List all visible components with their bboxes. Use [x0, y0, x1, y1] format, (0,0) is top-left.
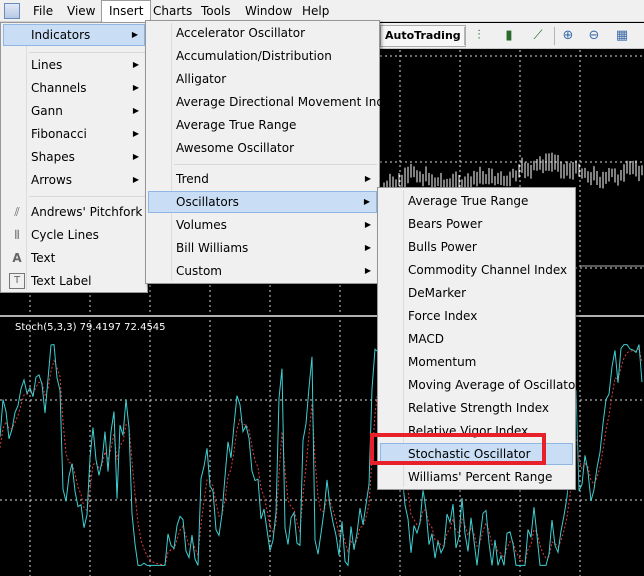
app-menu-icon[interactable] — [4, 3, 20, 19]
menu-item-accumulation-distribution[interactable]: Accumulation/Distribution — [148, 45, 377, 67]
menu-item-demarker[interactable]: DeMarker — [380, 282, 573, 304]
menu-item-bulls-power[interactable]: Bulls Power — [380, 236, 573, 258]
menu-item-macd[interactable]: MACD — [380, 328, 573, 350]
menu-item-oscillators[interactable]: Oscillators ▶ — [148, 191, 377, 213]
menu-charts[interactable]: Charts — [146, 0, 199, 22]
menu-file[interactable]: File — [26, 0, 60, 22]
menu-item-williams-percent-range[interactable]: Williams' Percent Range — [380, 466, 573, 488]
menu-item-fibonacci[interactable]: Fibonacci ▶ — [3, 123, 145, 145]
menu-item-indicators[interactable]: Indicators ▶ — [3, 24, 145, 46]
text-icon: A — [12, 251, 22, 265]
menu-item-lines[interactable]: Lines ▶ — [3, 54, 145, 76]
menu-item-channels[interactable]: Channels ▶ — [3, 77, 145, 99]
menu-item-bears-power[interactable]: Bears Power — [380, 213, 573, 235]
menu-view[interactable]: View — [60, 0, 102, 22]
menu-item-momentum[interactable]: Momentum — [380, 351, 573, 373]
text-label-icon: T — [9, 273, 25, 289]
zoom-out-icon[interactable]: ⊖ — [584, 26, 604, 46]
bar-chart-icon[interactable]: ⫶ — [469, 26, 489, 46]
insert-menu: Indicators ▶ Lines ▶ Channels ▶ Gann ▶ Fibon… — [0, 22, 148, 293]
menu-item-cci[interactable]: Commodity Channel Index — [380, 259, 573, 281]
menu-insert[interactable]: Insert — [101, 0, 152, 22]
toolbar: AutoTrading ⫶ ▮ ⟋ ⊕ ⊖ ▦ — [378, 23, 644, 49]
menu-item-custom[interactable]: Custom ▶ — [148, 260, 377, 282]
menu-item-arrows[interactable]: Arrows ▶ — [3, 169, 145, 191]
menu-item-andrews-pitchfork[interactable]: ⫽ Andrews' Pitchfork — [3, 201, 145, 223]
menu-item-accelerator-oscillator[interactable]: Accelerator Oscillator — [148, 22, 377, 44]
zoom-in-icon[interactable]: ⊕ — [558, 26, 578, 46]
menu-item-trend[interactable]: Trend ▶ — [148, 168, 377, 190]
menu-item-force-index[interactable]: Force Index — [380, 305, 573, 327]
menu-item-shapes[interactable]: Shapes ▶ — [3, 146, 145, 168]
menu-item-atr[interactable]: Average True Range — [148, 114, 377, 136]
menu-item-rsi[interactable]: Relative Strength Index — [380, 397, 573, 419]
menu-item-cycle-lines[interactable]: ⦀ Cycle Lines — [3, 224, 145, 246]
tile-windows-icon[interactable]: ▦ — [612, 26, 632, 46]
menu-item-text[interactable]: A Text — [3, 247, 145, 269]
annotation-highlight-box — [370, 433, 546, 465]
menu-item-volumes[interactable]: Volumes ▶ — [148, 214, 377, 236]
pitchfork-icon: ⫽ — [14, 205, 20, 219]
menu-item-awesome-oscillator[interactable]: Awesome Oscillator — [148, 137, 377, 159]
menu-item-osc-atr[interactable]: Average True Range — [380, 190, 573, 212]
line-chart-icon[interactable]: ⟋ — [528, 26, 548, 46]
menu-item-adx[interactable]: Average Directional Movement Index — [148, 91, 398, 113]
menu-bar: File View Insert Charts Tools Window Hel… — [0, 0, 644, 22]
menu-tools[interactable]: Tools — [194, 0, 238, 22]
autotrading-button[interactable]: AutoTrading — [380, 25, 466, 47]
menu-window[interactable]: Window — [238, 0, 299, 22]
menu-item-gann[interactable]: Gann ▶ — [3, 100, 145, 122]
toolbar-separator — [554, 27, 555, 45]
menu-item-alligator[interactable]: Alligator — [148, 68, 377, 90]
indicator-label: Stoch(5,3,3) 79.4197 72.4545 — [15, 322, 166, 333]
indicators-submenu: Accelerator Oscillator Accumulation/Dist… — [145, 20, 398, 284]
menu-item-osma[interactable]: Moving Average of Oscillator — [380, 374, 580, 396]
cycle-lines-icon: ⦀ — [14, 228, 20, 242]
menu-help[interactable]: Help — [295, 0, 336, 22]
menu-item-bill-williams[interactable]: Bill Williams ▶ — [148, 237, 377, 259]
menu-item-text-label[interactable]: T Text Label — [3, 270, 145, 292]
candlestick-icon[interactable]: ▮ — [499, 26, 519, 46]
toolbar-separator — [464, 27, 465, 45]
